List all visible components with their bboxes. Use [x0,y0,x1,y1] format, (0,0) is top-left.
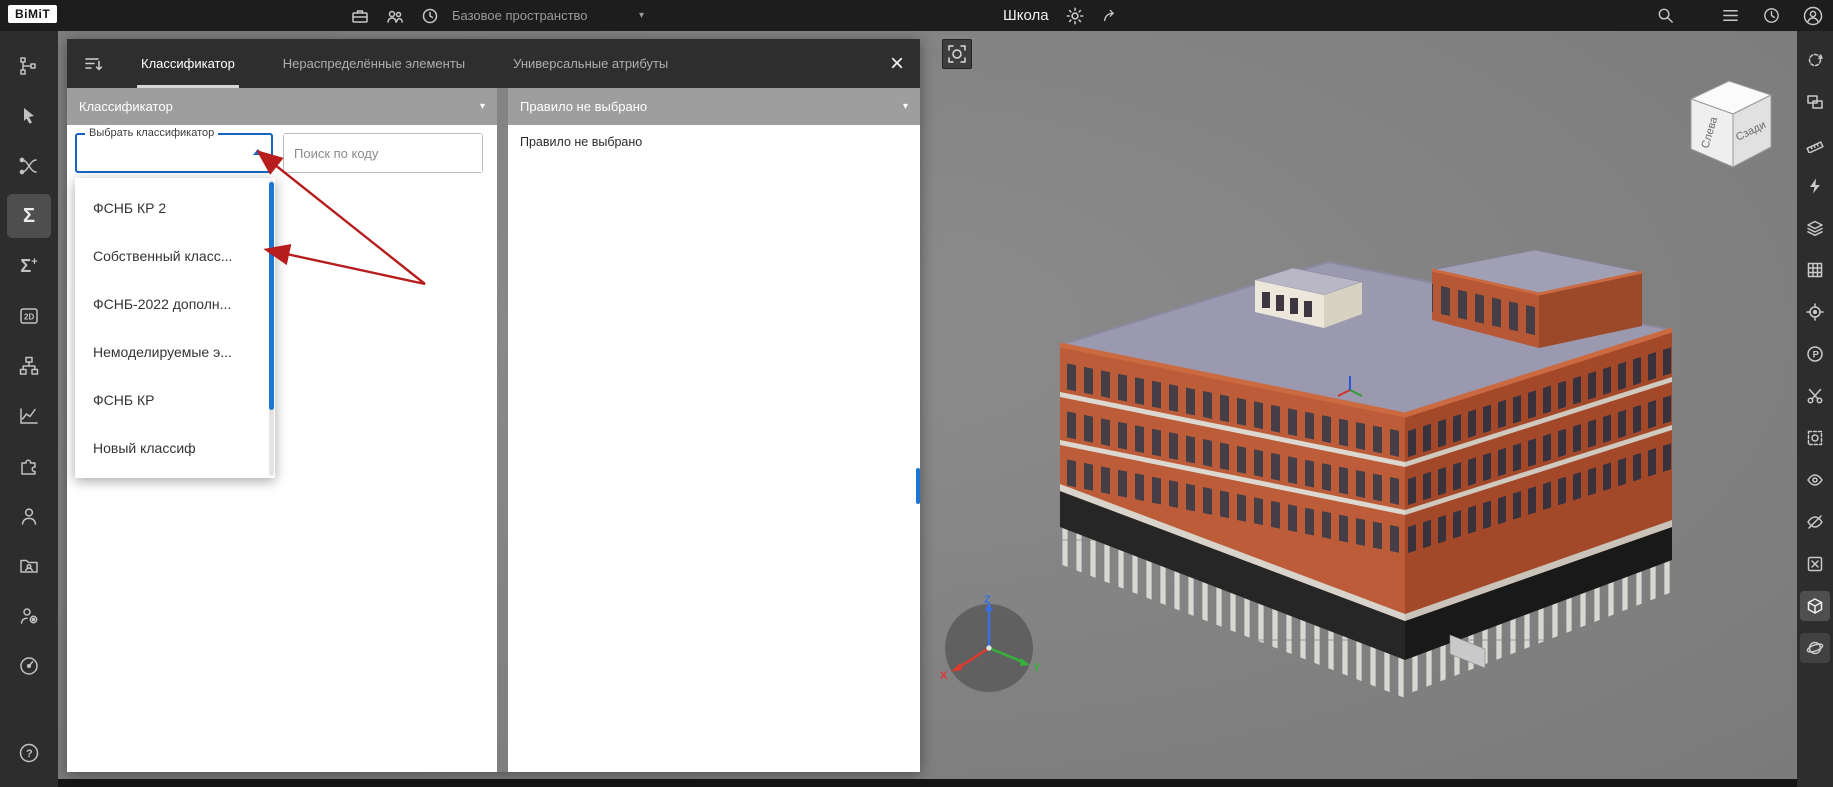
show-eye-icon[interactable] [1800,465,1830,495]
classifier-dropdown-list: ФСНБ КР 2 Собственный класс... ФСНБ-2022… [75,178,275,478]
sort-filter-icon[interactable] [67,54,117,74]
locate-target-icon[interactable] [1800,297,1830,327]
gizmo-z-label: Z [984,594,991,606]
user-location-icon[interactable] [7,594,51,638]
chart-icon[interactable] [7,394,51,438]
dropdown-item[interactable]: ФСНБ КР [75,376,275,424]
2d-view-icon[interactable]: 2D [7,294,51,338]
classifier-select-input[interactable] [77,135,271,171]
chevron-down-icon: ▾ [479,101,485,112]
chevron-down-icon: ▾ [902,101,908,112]
gizmo-y-label: Y [1033,662,1041,674]
close-icon[interactable]: × [890,39,920,88]
hierarchy-icon[interactable] [7,344,51,388]
svg-text:P: P [1813,350,1820,361]
top-bar: BiMiT Базовое пространство ▾ Школа [0,0,1833,31]
sigma-add-icon[interactable]: Σ + [7,244,51,288]
rule-empty-text: Правило не выбрано [520,135,643,149]
axis-gizmo[interactable]: Z X Y [934,591,1046,709]
user-icon[interactable] [7,494,51,538]
panel-tab-bar: Классификатор Нераспределённые элементы … [67,39,920,88]
dropdown-item[interactable]: ФСНБ КР 2 [75,184,275,232]
chevron-down-icon: ▾ [638,10,644,21]
right-toolbar: P [1797,31,1833,787]
rule-section-header[interactable]: Правило не выбрано ▾ [508,88,920,125]
settings-gear-icon[interactable] [1066,7,1084,25]
user-account-icon[interactable] [1803,6,1823,26]
code-search-input[interactable] [284,134,482,172]
measure-icon[interactable] [1800,129,1830,159]
dropdown-item[interactable]: Собственный класс... [75,232,275,280]
tab-unassigned-elements[interactable]: Нераспределённые элементы [259,39,489,88]
box-mode-icon[interactable] [1800,591,1830,621]
navigation-cube[interactable]: Слева Сзади [1683,69,1778,174]
rule-scrollbar-thumb[interactable] [916,468,920,504]
grid-icon[interactable] [1800,255,1830,285]
viewports-icon[interactable] [1800,87,1830,117]
gauge-icon[interactable] [7,644,51,688]
classifier-sigma-icon[interactable]: Σ [7,194,51,238]
team-icon[interactable] [385,6,405,26]
clear-selection-icon[interactable] [1800,549,1830,579]
orbit-mode-icon[interactable] [1800,633,1830,663]
left-toolbar: Σ Σ + 2D ? [0,31,58,787]
rule-card: Правило не выбрано ▾ Правило не выбрано [508,88,920,772]
select-cursor-icon[interactable] [7,94,51,138]
shared-folder-icon[interactable] [7,544,51,588]
model-tree-icon[interactable] [7,44,51,88]
gizmo-x-label: X [940,670,948,682]
classifier-panel: Классификатор Нераспределённые элементы … [67,39,920,772]
classifier-section-title: Классификатор [79,99,173,114]
app-logo: BiMiT [8,5,58,23]
section-cut-icon[interactable] [1800,381,1830,411]
dropdown-item[interactable]: Немоделируемые э... [75,328,275,376]
plan-p-icon[interactable]: P [1800,339,1830,369]
project-title: Школа [1003,7,1049,24]
classifier-section-header[interactable]: Классификатор ▾ [67,88,497,125]
share-icon[interactable] [1101,7,1119,25]
classifier-card: Классификатор ▾ Выбрать классификатор ФС… [67,88,497,772]
layers-icon[interactable] [1800,213,1830,243]
dropdown-scrollbar-thumb[interactable] [269,182,274,410]
chevron-up-icon [253,149,263,155]
search-icon[interactable] [1656,6,1675,25]
connections-icon[interactable] [7,144,51,188]
classifier-select-label: Выбрать классификатор [85,127,219,139]
selection-frame-icon[interactable] [1800,423,1830,453]
plugin-puzzle-icon[interactable] [7,444,51,488]
tab-universal-attributes[interactable]: Универсальные атрибуты [489,39,692,88]
dropdown-item[interactable]: Новый классиф [75,424,275,472]
recent-clock-icon[interactable] [1762,6,1781,25]
building-model[interactable] [1030,240,1680,710]
zoom-fit-button[interactable] [942,39,972,69]
dropdown-item[interactable]: ФСНБ-2022 дополн... [75,280,275,328]
clash-icon[interactable] [1800,171,1830,201]
orbit-icon[interactable] [1800,45,1830,75]
tab-classifier[interactable]: Классификатор [117,39,259,88]
history-icon[interactable] [420,6,440,26]
classifier-select[interactable]: Выбрать классификатор [75,127,273,173]
viewport-bottom-edge [58,779,1833,787]
rule-section-title: Правило не выбрано [520,99,648,114]
help-icon[interactable]: ? [7,731,51,775]
svg-text:2D: 2D [24,313,34,322]
svg-text:?: ? [26,748,33,760]
code-search[interactable] [283,133,483,173]
workspace-label: Базовое пространство [452,8,588,23]
hide-eye-icon[interactable] [1800,507,1830,537]
menu-list-icon[interactable] [1721,6,1740,25]
workspace-selector[interactable]: Базовое пространство ▾ [452,0,644,31]
project-icon[interactable] [350,6,370,26]
